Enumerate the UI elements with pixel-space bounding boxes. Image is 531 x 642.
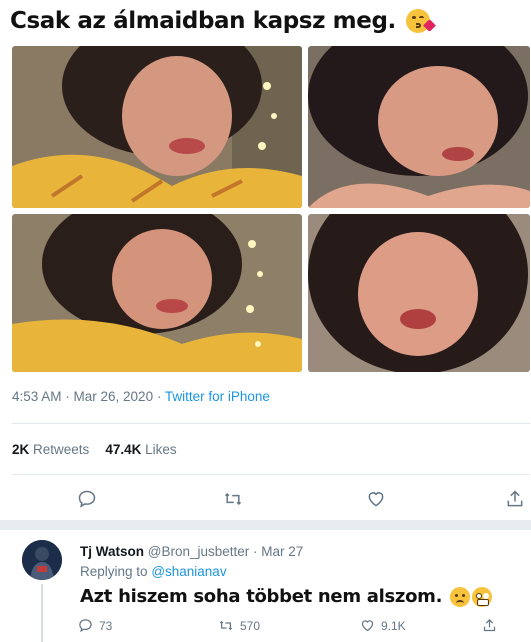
divider [12, 423, 530, 424]
reply-header: Tj Watson @Bron_jusbetter · Mar 27 [80, 544, 303, 559]
reply-author-handle[interactable]: @Bron_jusbetter [148, 544, 250, 559]
reply-share-button[interactable] [482, 618, 497, 633]
retweet-icon[interactable] [222, 488, 244, 510]
retweet-count: 570 [240, 618, 261, 633]
replying-to: Replying to @shanianav [80, 564, 227, 579]
reply-tweet[interactable]: Tj Watson @Bron_jusbetter · Mar 27 Reply… [0, 530, 531, 642]
replying-to-label: Replying to [80, 564, 148, 579]
like-count: 9.1K [381, 618, 406, 633]
reply-reply-button[interactable]: 73 [78, 618, 112, 633]
like-icon[interactable] [365, 488, 387, 510]
reply-icon[interactable] [76, 488, 98, 510]
avatar[interactable] [22, 540, 62, 580]
tweet-photo-3[interactable] [12, 214, 302, 372]
share-icon[interactable] [504, 488, 526, 510]
likes-count: 47.4K [105, 442, 142, 457]
share-icon [483, 618, 496, 632]
tweet-photo-4[interactable] [308, 214, 530, 372]
reply-retweet-button[interactable]: 570 [218, 618, 260, 633]
thread-line [41, 584, 43, 642]
reply-action-bar: 73 570 9.1K [78, 618, 518, 638]
tweet-action-bar [12, 484, 530, 514]
reply-author-name[interactable]: Tj Watson [80, 544, 144, 559]
tweet-photo-1[interactable] [12, 46, 302, 208]
tweet-meta: 4:53 AM · Mar 26, 2020 · Twitter for iPh… [12, 389, 270, 404]
caption-text: Csak az álmaidban kapsz meg. [10, 8, 396, 34]
reply-icon [79, 619, 92, 633]
reply-text: Azt hiszem soha többet nem alszom. [80, 586, 443, 607]
reply-date: · Mar 27 [253, 544, 304, 559]
tweet-photo-grid[interactable] [12, 46, 530, 372]
divider [12, 474, 530, 475]
reply-like-button[interactable]: 9.1K [360, 618, 406, 633]
reply-body: Azt hiszem soha többet nem alszom. [80, 586, 493, 607]
tweet-photo-2[interactable] [308, 46, 530, 208]
face-blowing-kiss-icon [405, 9, 436, 33]
retweet-icon [219, 620, 233, 631]
tweet-stats: 2K Retweets 47.4K Likes [12, 442, 177, 457]
retweets-stat[interactable]: 2K Retweets [12, 442, 89, 457]
frowning-face-icon [450, 586, 471, 607]
tweet-timestamp: 4:53 AM · Mar 26, 2020 · [12, 389, 162, 404]
section-separator [0, 520, 531, 530]
like-icon [361, 620, 374, 632]
retweets-label: Retweets [33, 442, 90, 457]
meme-caption: Csak az álmaidban kapsz meg. [10, 4, 522, 38]
retweets-count: 2K [12, 442, 30, 457]
likes-label: Likes [145, 442, 177, 457]
replying-to-handle[interactable]: @shanianav [151, 564, 226, 579]
likes-stat[interactable]: 47.4K Likes [105, 442, 176, 457]
tweet-source-link[interactable]: Twitter for iPhone [165, 389, 270, 404]
grimacing-face-icon [472, 586, 493, 607]
reply-count: 73 [99, 618, 113, 633]
